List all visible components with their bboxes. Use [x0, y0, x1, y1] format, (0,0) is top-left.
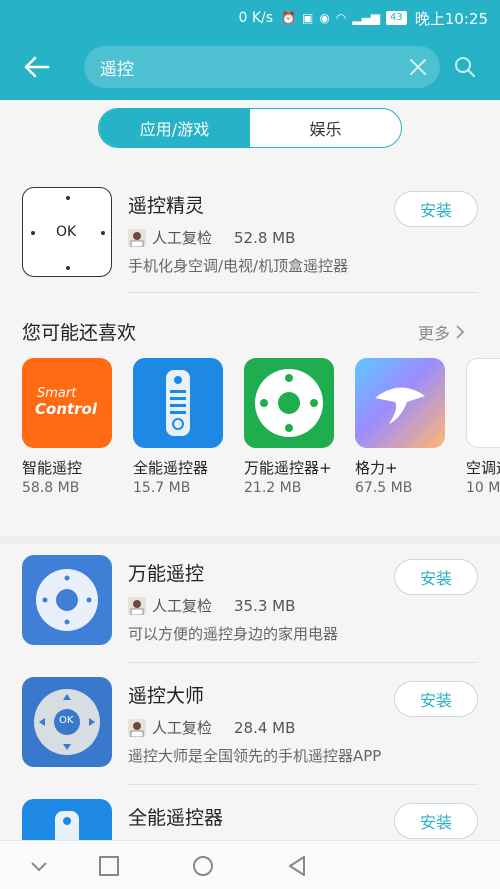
hd-icon: ▣ — [302, 11, 314, 25]
divider — [128, 662, 478, 663]
ac-remote-icon — [466, 358, 500, 448]
signal-icon: ▂▄▆ — [352, 11, 381, 25]
more-label: 更多 — [418, 324, 451, 343]
chevron-right-icon — [456, 325, 465, 339]
install-button[interactable]: 安装 — [394, 559, 478, 595]
remote-icon — [133, 358, 223, 448]
rec-name: 空调遥控器 — [466, 459, 500, 477]
rec-name: 格力+ — [355, 459, 398, 477]
back-arrow-icon[interactable] — [22, 52, 52, 82]
search-icon[interactable] — [454, 56, 476, 78]
alarm-icon: ⏰ — [281, 11, 297, 25]
battery-icon: 43 — [386, 11, 407, 25]
recommend-list: Smart Control 智能遥控 58.8 MB 全能遥控器 15.7 MB — [22, 358, 500, 528]
rec-item-gree[interactable]: 格力+ 67.5 MB — [355, 358, 455, 498]
rec-name: 万能遥控器+ — [244, 459, 332, 477]
ok-label: OK — [59, 715, 74, 726]
header: 0 K/s ⏰ ▣ ◉ ◠ ▂▄▆ 43 晚上10:25 — [0, 0, 500, 100]
rec-name: 全能遥控器 — [133, 459, 209, 477]
rec-size: 21.2 MB — [244, 480, 302, 496]
clock: 晚上10:25 — [414, 9, 488, 28]
reviewer-avatar — [128, 596, 146, 615]
reviewer-avatar — [128, 718, 146, 737]
eye-icon: ◉ — [319, 11, 330, 25]
review-label: 人工复检 — [152, 719, 213, 737]
app-desc: 遥控大师是全国领先的手机遥控器APP — [128, 747, 382, 765]
dpad-blue-icon — [22, 555, 112, 645]
list-item[interactable]: 全能遥控器 安装 — [0, 799, 500, 840]
rec-size: 15.7 MB — [133, 480, 191, 496]
review-label: 人工复检 — [152, 229, 213, 247]
search-box[interactable] — [84, 46, 440, 88]
install-button[interactable]: 安装 — [394, 681, 478, 717]
divider — [128, 784, 478, 785]
status-bar: 0 K/s ⏰ ▣ ◉ ◠ ▂▄▆ 43 晚上10:25 — [0, 0, 500, 36]
wifi-icon: ◠ — [335, 11, 347, 25]
rec-size: 58.8 MB — [22, 480, 80, 496]
install-button[interactable]: 安装 — [394, 803, 478, 839]
search-input[interactable] — [100, 55, 390, 79]
review-label: 人工复检 — [152, 597, 213, 615]
dpad-green-icon — [244, 358, 334, 448]
smart-control-icon: Smart Control — [22, 358, 112, 448]
app-name: 遥控精灵 — [128, 195, 205, 217]
recents-icon[interactable] — [96, 853, 122, 879]
more-link[interactable]: 更多 — [418, 320, 466, 344]
app-desc: 可以方便的遥控身边的家用电器 — [128, 625, 339, 643]
app-name: 万能遥控 — [128, 563, 205, 585]
list-item[interactable]: OK 遥控精灵 人工复检 52.8 MB 手机化身空调/电视/机顶盒遥控器 安装 — [0, 187, 500, 305]
remote-icon — [22, 799, 112, 840]
category-tabs: 应用/游戏 娱乐 — [98, 108, 402, 148]
network-speed: 0 K/s — [238, 10, 274, 26]
app-size: 35.3 MB — [234, 596, 296, 615]
rec-item-smart-control[interactable]: Smart Control 智能遥控 58.8 MB — [22, 358, 122, 498]
app-icon-yaokong-jingling: OK — [22, 187, 112, 277]
app-desc: 手机化身空调/电视/机顶盒遥控器 — [128, 257, 349, 275]
section-title: 您可能还喜欢 — [22, 322, 137, 344]
rec-size: 10 M — [466, 480, 500, 496]
system-nav-bar — [0, 840, 500, 889]
ok-label: OK — [56, 224, 77, 240]
reviewer-avatar — [128, 228, 146, 247]
tab-entertainment[interactable]: 娱乐 — [250, 109, 401, 147]
home-icon[interactable] — [190, 853, 216, 879]
tab-apps-games[interactable]: 应用/游戏 — [99, 109, 250, 147]
back-icon[interactable] — [284, 853, 310, 879]
content: 应用/游戏 娱乐 OK 遥控精灵 人工复检 52.8 MB 手机化身空调/电视/… — [0, 100, 500, 840]
smart-text: Smart — [37, 386, 77, 401]
section-divider — [0, 536, 500, 544]
remote-master-icon: OK — [22, 677, 112, 767]
rec-size: 67.5 MB — [355, 480, 413, 496]
app-name: 全能遥控器 — [128, 807, 224, 829]
app-size: 28.4 MB — [234, 718, 296, 737]
divider — [128, 292, 478, 293]
app-meta: 人工复检 35.3 MB — [128, 595, 295, 616]
rec-name: 智能遥控 — [22, 459, 83, 477]
status-icons: ⏰ ▣ ◉ ◠ ▂▄▆ 43 — [281, 11, 407, 25]
app-name: 遥控大师 — [128, 685, 205, 707]
clear-icon[interactable] — [408, 57, 428, 77]
rec-item-quanneng[interactable]: 全能遥控器 15.7 MB — [133, 358, 233, 498]
install-button[interactable]: 安装 — [394, 191, 478, 227]
chevron-down-icon[interactable] — [26, 853, 52, 879]
gree-icon — [355, 358, 445, 448]
list-item[interactable]: OK 遥控大师 人工复检 28.4 MB 遥控大师是全国领先的手机遥控器APP … — [0, 677, 500, 795]
control-text: Control — [35, 400, 98, 418]
list-item[interactable]: 万能遥控 人工复检 35.3 MB 可以方便的遥控身边的家用电器 安装 — [0, 555, 500, 673]
app-meta: 人工复检 52.8 MB — [128, 227, 295, 248]
app-size: 52.8 MB — [234, 228, 296, 247]
app-meta: 人工复检 28.4 MB — [128, 717, 295, 738]
rec-item-wanneng-plus[interactable]: 万能遥控器+ 21.2 MB — [244, 358, 344, 498]
rec-item-ac-remote[interactable]: 空调遥控器 10 M — [466, 358, 500, 498]
